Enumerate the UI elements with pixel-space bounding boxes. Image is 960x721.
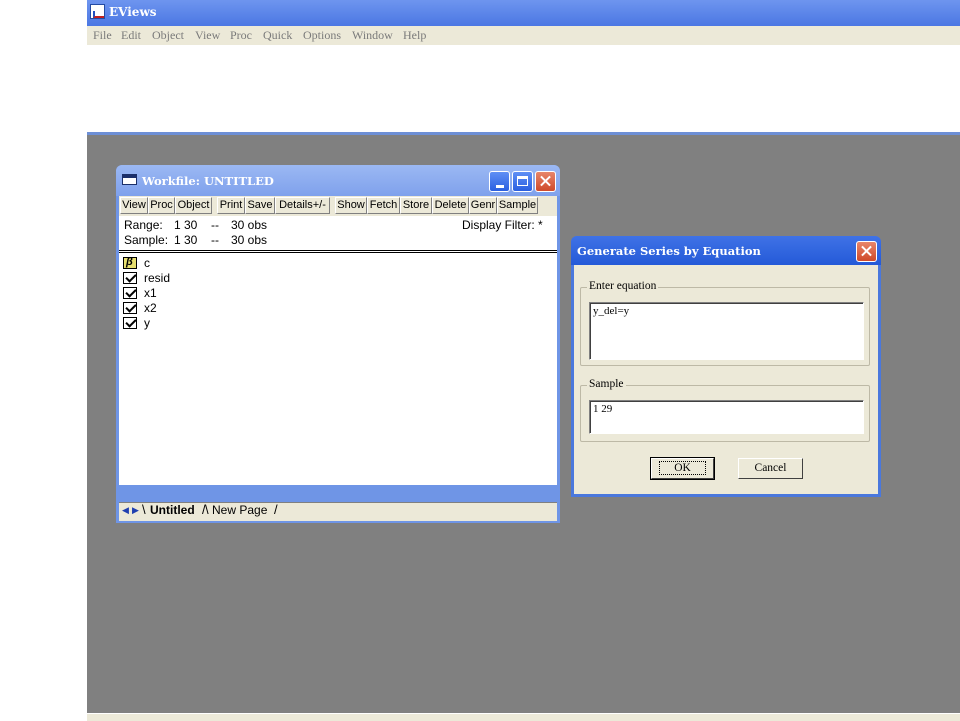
tab-untitled[interactable]: Untitled — [150, 503, 195, 517]
display-filter: Display Filter: * — [462, 218, 543, 232]
object-name: resid — [144, 271, 171, 285]
eviews-logo-icon — [90, 4, 105, 19]
equation-group: Enter equation y_del=y — [580, 280, 870, 366]
object-name: c — [144, 256, 150, 270]
workfile-title: Workfile: UNTITLED — [142, 174, 274, 188]
toolbar-save-button[interactable]: Save — [245, 197, 275, 214]
toolbar-sample-button[interactable]: Sample — [497, 197, 538, 214]
workfile-window: Workfile: UNTITLED View Proc Object Prin… — [116, 165, 560, 523]
toolbar-object-button[interactable]: Object — [175, 197, 212, 214]
sample-sep: -- — [211, 233, 219, 247]
menu-file[interactable]: File — [93, 28, 112, 43]
list-item[interactable]: resid — [123, 271, 323, 286]
maximize-icon[interactable] — [512, 171, 533, 192]
ok-label: OK — [659, 461, 706, 475]
toolbar-store-button[interactable]: Store — [400, 197, 432, 214]
toolbar-print-button[interactable]: Print — [217, 197, 245, 214]
equation-label: Enter equation — [587, 280, 659, 292]
dialog-title-bar[interactable]: Generate Series by Equation — [571, 236, 881, 265]
ok-button[interactable]: OK — [650, 457, 715, 480]
app-title: EViews — [109, 5, 157, 19]
range-value: 1 30 — [174, 218, 198, 232]
series-icon — [123, 317, 137, 329]
menu-object[interactable]: Object — [152, 28, 184, 43]
dialog-body: Enter equation y_del=y Sample 1 29 OK Ca… — [574, 265, 878, 494]
menu-proc[interactable]: Proc — [230, 28, 252, 43]
close-icon[interactable] — [535, 171, 556, 192]
menu-view[interactable]: View — [195, 28, 220, 43]
workfile-info[interactable]: Range: 1 30 -- 30 obs Display Filter: * … — [119, 216, 557, 253]
menu-help[interactable]: Help — [403, 28, 426, 43]
toolbar-fetch-button[interactable]: Fetch — [367, 197, 400, 214]
app-title-bar: EViews — [87, 0, 960, 26]
series-icon — [123, 287, 137, 299]
generate-series-dialog: Generate Series by Equation Enter equati… — [571, 236, 881, 497]
workfile-toolbar: View Proc Object Print Save Details+/- S… — [119, 196, 557, 216]
range-obs: 30 obs — [231, 218, 268, 232]
sample-label: Sample — [587, 378, 626, 390]
list-item[interactable]: c — [123, 256, 323, 271]
tab-new-page[interactable]: New Page — [212, 503, 267, 517]
command-window[interactable] — [87, 45, 960, 132]
sample-obs: 30 obs — [231, 233, 268, 247]
menu-bar: File Edit Object View Proc Quick Options… — [87, 26, 960, 45]
chevron-right-icon[interactable]: ▶ — [131, 504, 140, 517]
chevron-left-icon[interactable]: ◀ — [121, 504, 130, 517]
toolbar-genr-button[interactable]: Genr — [469, 197, 497, 214]
menu-edit[interactable]: Edit — [121, 28, 141, 43]
list-item[interactable]: x2 — [123, 301, 323, 316]
window-icon — [122, 174, 137, 185]
toolbar-details-button[interactable]: Details+/- — [275, 197, 330, 214]
list-item[interactable]: y — [123, 316, 323, 331]
equation-input[interactable]: y_del=y — [589, 302, 864, 360]
object-name: x1 — [144, 286, 157, 300]
workfile-title-bar[interactable]: Workfile: UNTITLED — [116, 165, 560, 196]
minimize-icon[interactable] — [489, 171, 510, 192]
sample-input[interactable]: 1 29 — [589, 400, 864, 434]
range-sep: -- — [211, 218, 219, 232]
close-icon[interactable] — [856, 241, 877, 262]
toolbar-show-button[interactable]: Show — [335, 197, 367, 214]
series-icon — [123, 272, 137, 284]
menu-options[interactable]: Options — [303, 28, 341, 43]
workfile-object-list: c resid x1 x2 y — [119, 253, 557, 485]
sample-label: Sample: — [124, 233, 169, 247]
toolbar-delete-button[interactable]: Delete — [432, 197, 469, 214]
sample-value: 1 30 — [174, 233, 198, 247]
list-item[interactable]: x1 — [123, 286, 323, 301]
coefficient-icon — [123, 256, 137, 269]
series-icon — [123, 302, 137, 314]
dialog-title: Generate Series by Equation — [577, 244, 761, 258]
toolbar-view-button[interactable]: View — [120, 197, 148, 214]
toolbar-proc-button[interactable]: Proc — [148, 197, 175, 214]
menu-quick[interactable]: Quick — [263, 28, 292, 43]
sample-group: Sample 1 29 — [580, 378, 870, 442]
cancel-button[interactable]: Cancel — [738, 458, 803, 479]
object-name: x2 — [144, 301, 157, 315]
page-tabs: ◀ ▶ \ Untitled / \ New Page / — [119, 502, 557, 521]
range-label: Range: — [124, 218, 163, 232]
menu-window[interactable]: Window — [352, 28, 393, 43]
object-name: y — [144, 316, 150, 330]
